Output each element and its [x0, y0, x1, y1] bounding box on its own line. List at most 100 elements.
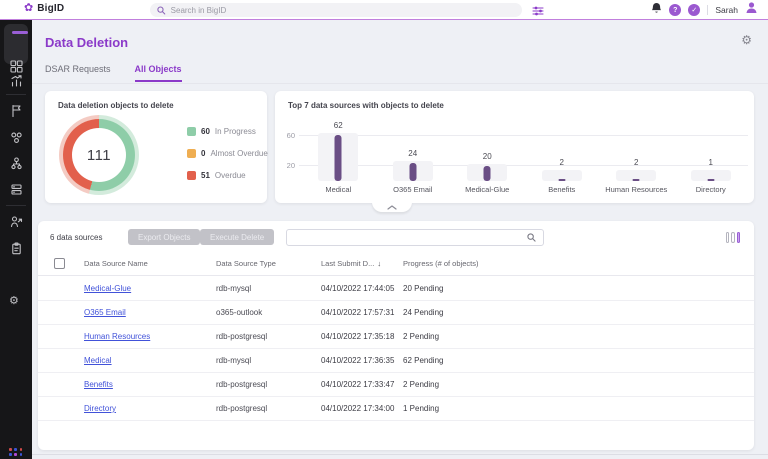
cell-progress: 2 Pending: [403, 332, 440, 341]
legend-chip: [187, 171, 196, 180]
correlation-cluster-icon[interactable]: [9, 130, 23, 144]
analytics-icon[interactable]: [9, 73, 23, 87]
execute-delete-button[interactable]: Execute Delete: [200, 229, 275, 245]
bar: [632, 178, 640, 181]
bar-card-title: Top 7 data sources with objects to delet…: [288, 101, 444, 110]
bottom-divider: [32, 454, 768, 455]
data-source-link[interactable]: Medical: [84, 356, 216, 365]
bigid-logo[interactable]: ✿ BigID: [24, 2, 65, 15]
tabs-divider: [32, 83, 768, 84]
deletion-objects-card: Data deletion objects to delete 111 60 I…: [45, 91, 268, 203]
data-catalog-icon[interactable]: [9, 182, 23, 196]
donut-center: 111: [72, 128, 126, 182]
table-row: Directory rdb-postgresql 04/10/2022 17:3…: [38, 397, 754, 421]
column-header-progress[interactable]: Progress (# of objects): [403, 259, 754, 268]
table-row: Medical rdb-mysql 04/10/2022 17:36:35 62…: [38, 349, 754, 373]
legend-chip: [187, 149, 196, 158]
active-indicator: [12, 31, 28, 34]
table-search[interactable]: [286, 229, 544, 246]
legend-value: 60: [201, 127, 210, 136]
policies-flag-icon[interactable]: [9, 103, 23, 117]
bar-category-label: O365 Email: [393, 185, 433, 194]
cell-last-submit: 04/10/2022 17:44:05: [321, 284, 395, 293]
select-all-checkbox[interactable]: [54, 258, 65, 269]
legend-value: 0: [201, 149, 206, 158]
cell-type: rdb-mysql: [216, 284, 252, 293]
notifications-bell-icon[interactable]: [651, 1, 662, 19]
column-header-type[interactable]: Data Source Type: [216, 259, 321, 268]
bar-value-label: 62: [333, 120, 343, 130]
bar-category-label: Directory: [695, 185, 726, 194]
legend-label: In Progress: [214, 127, 256, 136]
hierarchy-icon[interactable]: [9, 156, 23, 170]
cell-last-submit: 04/10/2022 17:34:00: [321, 404, 395, 413]
global-search-input[interactable]: [170, 5, 515, 15]
bar-category-label: Benefits: [548, 185, 576, 194]
data-source-link[interactable]: Human Resources: [84, 332, 216, 341]
cell-progress: 2 Pending: [403, 380, 440, 389]
user-avatar-icon[interactable]: [745, 1, 758, 19]
cell-progress: 20 Pending: [403, 284, 444, 293]
brand-name: BigID: [37, 3, 65, 14]
bar-value-label: 2: [634, 158, 639, 167]
donut-legend: 60 In Progress 0 Almost Overdue 51 Overd…: [187, 127, 268, 180]
search-filters-icon[interactable]: [532, 4, 544, 16]
logo-flower-icon: ✿: [24, 2, 34, 14]
search-icon: [157, 6, 166, 14]
cell-progress: 1 Pending: [403, 404, 440, 413]
cell-type: rdb-mysql: [216, 356, 252, 365]
settings-gear-icon[interactable]: ⚙: [9, 296, 19, 307]
bar-o365-email: 24 O365 Email: [376, 113, 451, 194]
help-icon[interactable]: ?: [669, 4, 682, 16]
dashboard-icon[interactable]: [9, 59, 23, 73]
search-icon: [527, 233, 536, 242]
table-toolbar: 6 data sources Export Objects Execute De…: [38, 228, 754, 246]
legend-item-in-progress: 60 In Progress: [187, 127, 268, 136]
bar-human-resources: 2 Human Resources: [599, 113, 674, 194]
column-header-last-submit[interactable]: Last Submit D... ↓: [321, 259, 403, 268]
export-objects-button[interactable]: Export Objects: [128, 229, 201, 245]
column-header-label: Last Submit D...: [321, 259, 375, 268]
page-settings-gear-icon[interactable]: ⚙: [741, 33, 752, 47]
tab-all-objects[interactable]: All Objects: [134, 64, 182, 82]
chevron-up-icon: [387, 204, 397, 210]
data-source-link[interactable]: O365 Email: [84, 308, 216, 317]
legend-chip: [187, 127, 196, 136]
column-header-name[interactable]: Data Source Name: [84, 259, 216, 268]
cell-type: rdb-postgresql: [216, 380, 268, 389]
column-chooser-icon[interactable]: [725, 232, 740, 243]
tab-dsar-requests[interactable]: DSAR Requests: [45, 64, 111, 82]
apps-grid-icon[interactable]: [9, 448, 23, 459]
bar-directory: 1 Directory: [674, 113, 749, 194]
data-source-link[interactable]: Directory: [84, 404, 216, 413]
access-intelligence-icon[interactable]: [9, 214, 23, 228]
ytick-60: 60: [286, 131, 295, 140]
reports-clipboard-icon[interactable]: [9, 241, 23, 255]
sort-descending-icon[interactable]: ↓: [377, 259, 381, 268]
donut-halo: 111: [59, 115, 139, 195]
cell-progress: 24 Pending: [403, 308, 444, 317]
bar: [483, 166, 491, 181]
cell-progress: 62 Pending: [403, 356, 444, 365]
bar: [334, 134, 342, 181]
bar: [558, 178, 566, 181]
global-search[interactable]: [150, 3, 522, 17]
data-source-link[interactable]: Medical-Glue: [84, 284, 216, 293]
data-source-link[interactable]: Benefits: [84, 380, 216, 389]
tasks-check-icon[interactable]: ✓: [688, 4, 701, 16]
cell-last-submit: 04/10/2022 17:35:18: [321, 332, 395, 341]
sidebar-item-dashboard[interactable]: [4, 24, 28, 64]
table-search-input[interactable]: [294, 233, 527, 242]
user-name[interactable]: Sarah: [715, 5, 738, 15]
bar-category-label: Human Resources: [605, 185, 668, 194]
sidebar-divider: [6, 94, 26, 95]
main-content: Data Deletion ⚙ DSAR Requests All Object…: [32, 20, 768, 459]
collapse-charts-handle[interactable]: [372, 202, 412, 212]
top-data-sources-card: Top 7 data sources with objects to delet…: [275, 91, 754, 203]
bar: [707, 178, 715, 181]
table-row: Benefits rdb-postgresql 04/10/2022 17:33…: [38, 373, 754, 397]
table-row: Medical-Glue rdb-mysql 04/10/2022 17:44:…: [38, 277, 754, 301]
sidebar-nav: ⚙: [0, 20, 32, 459]
bar-benefits: 2 Benefits: [525, 113, 600, 194]
bar-plot-area: 62 Medical 24 O365 Email 20 Medical-Glue…: [301, 113, 749, 194]
